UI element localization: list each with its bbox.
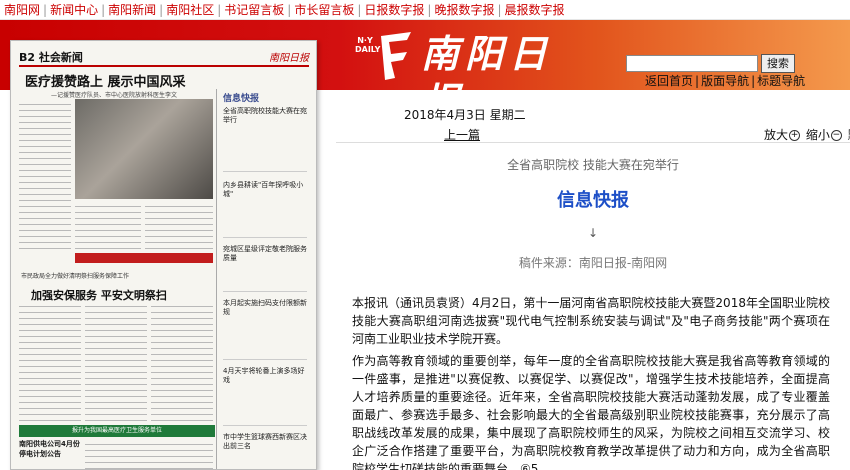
nav-separator: | bbox=[43, 3, 48, 17]
paper-subhead-2: 市民政局全力做好清明祭扫服务保障工作 bbox=[21, 273, 130, 280]
newspaper-page-image[interactable]: B2 社会新闻 南阳日报 医疗援赞路上 展示中国风采 —记援赞医疗队员、市中心医… bbox=[10, 40, 317, 470]
nav-separator: | bbox=[357, 3, 362, 17]
nav-link-secretary-board[interactable]: 书记留言板 bbox=[224, 0, 284, 19]
nav-link-daily-digital[interactable]: 日报数字报 bbox=[364, 0, 424, 19]
zoom-in-label[interactable]: 放大 bbox=[764, 128, 788, 142]
down-arrow-icon: ↓ bbox=[587, 226, 599, 240]
text-column bbox=[151, 303, 213, 423]
zoom-in-icon[interactable]: + bbox=[789, 130, 801, 141]
paper-sidebar-divider bbox=[223, 171, 307, 172]
text-column bbox=[85, 303, 147, 423]
paper-headline[interactable]: 医疗援赞路上 展示中国风采 bbox=[25, 71, 186, 90]
zoom-controls: 放大+ 缩小− 默认○ bbox=[764, 126, 850, 143]
nav-separator: | bbox=[287, 3, 292, 17]
issue-date: 2018年4月3日 星期二 bbox=[404, 108, 526, 122]
nav-separator: | bbox=[427, 3, 432, 17]
nav-separator: | bbox=[159, 3, 164, 17]
title-nav-link[interactable]: 标题导航 bbox=[757, 74, 805, 88]
paper-sidebar-item[interactable]: 宛城区星级评定敬老院服务质量 bbox=[223, 245, 309, 263]
text-column bbox=[145, 203, 213, 255]
paper-sidebar-divider bbox=[223, 425, 307, 426]
article-supertitle: 全省高职院校 技能大赛在宛举行 bbox=[507, 158, 679, 172]
text-column bbox=[75, 203, 141, 255]
paper-sidebar-divider bbox=[223, 237, 307, 238]
divider bbox=[336, 142, 850, 143]
search-input[interactable] bbox=[626, 55, 758, 72]
nav-link-nanyang-news[interactable]: 南阳新闻 bbox=[108, 0, 156, 19]
paper-sidebar-item[interactable]: 内乡县耕读"百年探呼吸小城" bbox=[223, 181, 309, 199]
nav-separator: | bbox=[101, 3, 106, 17]
previous-article-link[interactable]: 上一篇 bbox=[444, 126, 480, 143]
paper-headline-2[interactable]: 加强安保服务 平安文明祭扫 bbox=[31, 287, 167, 303]
paper-sidebar-item[interactable]: 全省高职院校技能大赛在宛举行 bbox=[223, 107, 309, 125]
green-banner: 报升为我国最高医疗卫生服务单位 bbox=[19, 425, 215, 437]
search-button[interactable]: 搜索 bbox=[761, 54, 795, 73]
nav-link-mayor-board[interactable]: 市长留言板 bbox=[294, 0, 354, 19]
nav-separator: | bbox=[695, 74, 700, 88]
nav-separator: | bbox=[497, 3, 502, 17]
header-nav: 返回首页 | 版面导航 | 标题导航 bbox=[645, 74, 805, 88]
paper-sidebar: 信息快报 全省高职院校技能大赛在宛举行 内乡县耕读"百年探呼吸小城" 宛城区星级… bbox=[216, 89, 314, 469]
paper-sidebar-item[interactable]: 市中学生篮球赛西新赛区决出前三名 bbox=[223, 433, 309, 451]
article-title: 信息快报 bbox=[557, 190, 629, 211]
nav-link-morning-digital[interactable]: 晨报数字报 bbox=[505, 0, 565, 19]
article-source: 稿件来源：南阳日报-南阳网 bbox=[518, 256, 668, 270]
nav-link-nanyang-net[interactable]: 南阳网 bbox=[0, 0, 40, 19]
text-column bbox=[85, 441, 213, 469]
text-column bbox=[19, 303, 81, 423]
nav-link-evening-digital[interactable]: 晚报数字报 bbox=[434, 0, 494, 19]
paper-sidebar-divider bbox=[223, 359, 307, 360]
nav-separator: | bbox=[217, 3, 222, 17]
paper-sidebar-divider bbox=[223, 291, 307, 292]
logo-small-text: N·Y DAILY bbox=[355, 36, 381, 54]
site-logo[interactable]: N·Y DAILY 南阳日报 bbox=[355, 26, 585, 124]
paper-notice[interactable]: 南阳供电公司4月份停电计划公告 bbox=[19, 439, 81, 459]
article-paragraph-1: 本报讯（通讯员袁贤）4月2日，第十一届河南省高职院校技能大赛暨2018年全国职业… bbox=[352, 296, 830, 346]
paper-page-label: B2 社会新闻 bbox=[19, 51, 83, 64]
nav-separator: | bbox=[751, 74, 756, 88]
nav-link-news-center[interactable]: 新闻中心 bbox=[50, 0, 98, 19]
zoom-out-icon[interactable]: − bbox=[830, 130, 842, 141]
paper-subhead: —记援赞医疗队员、市中心医院放射科医生李文 bbox=[51, 92, 178, 99]
page-nav-link[interactable]: 版面导航 bbox=[701, 74, 749, 88]
paper-header: B2 社会新闻 南阳日报 bbox=[19, 49, 309, 67]
nav-link-community[interactable]: 南阳社区 bbox=[166, 0, 214, 19]
article-paragraph-2: 作为高等教育领域的重要创举，每年一度的全省高职院校技能大赛是我省高等教育领域的一… bbox=[352, 354, 830, 470]
red-banner bbox=[75, 253, 213, 263]
article-photo bbox=[75, 99, 213, 199]
paper-sidebar-title: 信息快报 bbox=[223, 94, 260, 104]
paper-brand: 南阳日报 bbox=[269, 53, 309, 64]
logo-mark-icon bbox=[381, 32, 411, 80]
paper-sidebar-item[interactable]: 4月天宇将轮番上演多场好戏 bbox=[223, 367, 309, 385]
top-nav: 南阳网 | 新闻中心 | 南阳新闻 | 南阳社区 | 书记留言板 | 市长留言板 | 日报数字报 | 晚报数… bbox=[0, 0, 850, 20]
paper-sidebar-item[interactable]: 本月起实施扫码支付限额新规 bbox=[223, 299, 309, 317]
zoom-out-label[interactable]: 缩小 bbox=[806, 128, 830, 142]
home-link[interactable]: 返回首页 bbox=[645, 74, 693, 88]
text-column bbox=[19, 101, 71, 251]
